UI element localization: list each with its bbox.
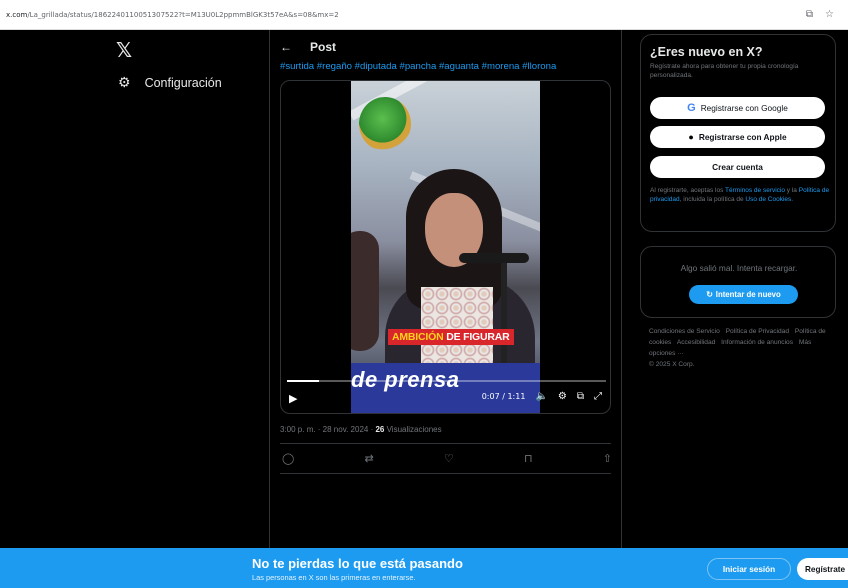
post-meta: 3:00 p. m. · 28 nov. 2024 · 26 Visualiza… <box>280 425 442 434</box>
footer-link[interactable]: Política de Privacidad <box>726 328 789 335</box>
url-domain: x.com <box>6 10 28 19</box>
banner-subtitle: Las personas en X son las primeras en en… <box>252 573 416 582</box>
reply-icon[interactable]: ◯ <box>282 452 294 465</box>
google-icon: G <box>687 102 696 114</box>
terms-link[interactable]: Términos de servicio <box>725 187 785 194</box>
banner-title: No te pierdas lo que está pasando <box>252 556 463 571</box>
browser-url-bar: x.com/La_grillada/status/186224011005130… <box>0 0 848 30</box>
channel-logo <box>359 97 411 151</box>
post-header: ← Post <box>280 40 336 54</box>
page-title: Post <box>310 40 337 54</box>
like-icon[interactable]: ♡ <box>444 452 454 465</box>
signup-card: ¿Eres nuevo en X? Regístrate ahora para … <box>640 34 836 232</box>
video-frame: AMBICIÓN DE FIGURAR de prensa <box>351 81 540 413</box>
video-progress-bar[interactable] <box>287 380 606 382</box>
gear-icon: ⚙ <box>118 74 131 90</box>
signup-title: ¿Eres nuevo en X? <box>650 45 763 59</box>
refresh-icon: ↻ <box>706 290 713 299</box>
signup-terms: Al registrarte, aceptas los Términos de … <box>650 187 830 203</box>
nav-item-settings[interactable]: ⚙ Configuración <box>118 74 222 91</box>
error-card: Algo salió mal. Intenta recargar. ↻ Inte… <box>640 246 836 318</box>
nav-item-label: Configuración <box>144 75 222 90</box>
create-account-button[interactable]: Crear cuenta <box>650 156 825 178</box>
signup-apple-button[interactable]: ● Registrarse con Apple <box>650 126 825 148</box>
progress-fill <box>287 380 319 382</box>
retry-button[interactable]: ↻ Intentar de nuevo <box>689 285 798 304</box>
star-icon[interactable]: ☆ <box>825 9 834 20</box>
settings-icon[interactable]: ⚙ <box>558 391 567 402</box>
login-banner: No te pierdas lo que está pasando Las pe… <box>0 548 848 588</box>
footer-link[interactable]: Información de anuncios <box>721 339 793 346</box>
play-icon[interactable]: ▶ <box>289 392 297 405</box>
post-column: ← Post #surtida #regaño #diputada #panch… <box>270 30 621 548</box>
share-icon[interactable]: ⧉ <box>806 9 813 20</box>
footer-link[interactable]: Accesibilidad <box>677 339 715 346</box>
fullscreen-icon[interactable]: ⤢ <box>594 391 602 402</box>
post-hashtags[interactable]: #surtida #regaño #diputada #pancha #agua… <box>280 61 556 72</box>
x-logo-icon[interactable]: 𝕏 <box>116 38 132 62</box>
left-navigation: 𝕏 ⚙ Configuración <box>0 30 270 548</box>
column-divider-right <box>621 30 622 548</box>
share-post-icon[interactable]: ⇧ <box>603 452 612 465</box>
volume-icon[interactable]: 🔈 <box>535 391 547 402</box>
register-button[interactable]: Regístrate <box>797 558 848 580</box>
cookies-link[interactable]: Uso de Cookies <box>745 196 791 203</box>
signup-subtitle: Regístrate ahora para obtener tu propia … <box>650 63 799 79</box>
login-button[interactable]: Iniciar sesión <box>707 558 791 580</box>
video-player[interactable]: AMBICIÓN DE FIGURAR de prensa ▶ 0:07 / 1… <box>280 80 611 414</box>
repost-icon[interactable]: ⇄ <box>365 452 374 465</box>
bookmark-icon[interactable]: ⊓ <box>524 452 533 465</box>
video-controls: ▶ 0:07 / 1:11 🔈 ⚙ ⧉ ⤢ <box>281 377 610 413</box>
apple-icon: ● <box>688 132 694 142</box>
address-field[interactable]: x.com/La_grillada/status/186224011005130… <box>0 11 806 19</box>
footer-links: Condiciones de Servicio Política de Priv… <box>649 326 834 370</box>
post-actions: ◯ ⇄ ♡ ⊓ ⇧ <box>282 452 612 465</box>
error-message: Algo salió mal. Intenta recargar. <box>680 263 798 273</box>
back-arrow-icon[interactable]: ← <box>280 40 292 54</box>
url-path: /La_grillada/status/1862240110051307522?… <box>27 10 339 19</box>
copyright: © 2025 X Corp. <box>649 361 695 368</box>
footer-link[interactable]: Condiciones de Servicio <box>649 328 720 335</box>
video-overlay-label: AMBICIÓN DE FIGURAR <box>388 329 514 345</box>
microphone <box>459 253 529 263</box>
video-time: 0:07 / 1:11 <box>481 392 526 401</box>
signup-google-button[interactable]: G Registrarse con Google <box>650 97 825 119</box>
picture-in-picture-icon[interactable]: ⧉ <box>577 391 584 402</box>
